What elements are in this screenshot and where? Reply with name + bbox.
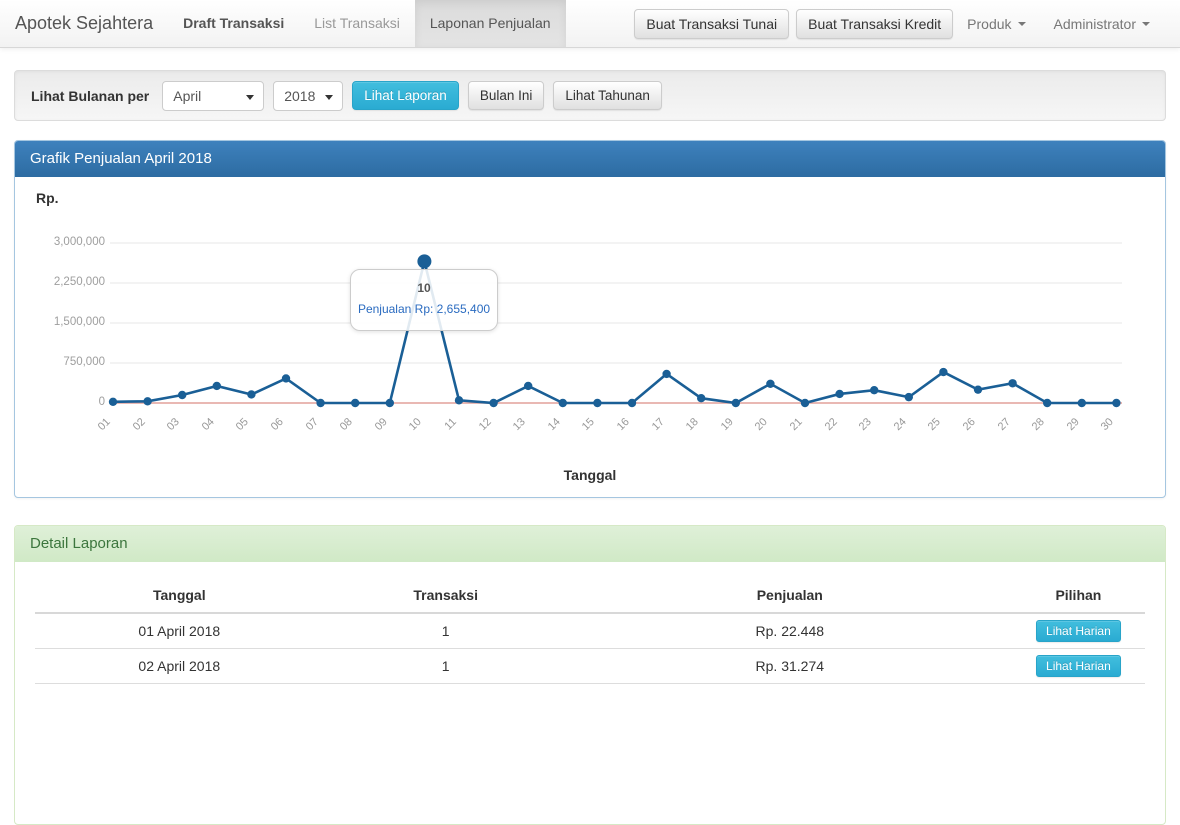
- data-point[interactable]: [143, 397, 151, 405]
- produk-dropdown[interactable]: Produk: [953, 16, 1039, 32]
- filter-label: Lihat Bulanan per: [31, 88, 149, 104]
- column-header: Transaksi: [324, 579, 568, 613]
- data-point[interactable]: [870, 386, 878, 394]
- data-point[interactable]: [247, 390, 255, 398]
- cell-pilihan: Lihat Harian: [1012, 613, 1145, 649]
- data-point[interactable]: [593, 399, 601, 407]
- y-axis-tick-label: 3,000,000: [29, 236, 105, 248]
- data-point[interactable]: [1008, 379, 1016, 387]
- data-point[interactable]: [178, 391, 186, 399]
- column-header: Penjualan: [568, 579, 1012, 613]
- data-point[interactable]: [835, 390, 843, 398]
- sales-line-chart: Rp. Tanggal 3,000,0002,250,0001,500,0007…: [15, 177, 1165, 497]
- data-point[interactable]: [109, 398, 117, 406]
- data-point[interactable]: [455, 396, 463, 404]
- detail-panel-body: TanggalTransaksiPenjualanPilihan 01 Apri…: [15, 562, 1165, 684]
- lihat-harian-button[interactable]: Lihat Harian: [1036, 655, 1121, 677]
- data-point[interactable]: [213, 382, 221, 390]
- cell-penjualan: Rp. 31.274: [568, 649, 1012, 684]
- data-point[interactable]: [939, 368, 947, 376]
- chart-canvas: [15, 177, 1165, 497]
- selected-data-point[interactable]: [417, 254, 431, 268]
- data-point[interactable]: [974, 385, 982, 393]
- year-select[interactable]: 2018: [274, 82, 342, 110]
- table-row: 02 April 20181Rp. 31.274 Lihat Harian: [35, 649, 1145, 684]
- tooltip-value: Penjualan Rp: 2,655,400: [351, 302, 497, 316]
- month-select-wrap: April: [162, 81, 264, 111]
- lihat-tahunan-button[interactable]: Lihat Tahunan: [553, 81, 662, 110]
- nav-item-list-transaksi[interactable]: List Transaksi: [299, 0, 415, 47]
- table-header-row: TanggalTransaksiPenjualanPilihan: [35, 579, 1145, 613]
- data-point[interactable]: [697, 394, 705, 402]
- x-axis-title: Tanggal: [15, 467, 1165, 483]
- caret-down-icon: [1142, 22, 1150, 26]
- tooltip-day: 10: [351, 281, 497, 295]
- sales-chart-panel: Grafik Penjualan April 2018 Rp. Tanggal …: [14, 140, 1166, 498]
- cell-penjualan: Rp. 22.448: [568, 613, 1012, 649]
- monthly-filter-bar: Lihat Bulanan per April 2018 Lihat Lapor…: [14, 70, 1166, 121]
- cell-tanggal: 01 April 2018: [35, 613, 324, 649]
- y-axis-tick-label: 2,250,000: [29, 276, 105, 288]
- data-point[interactable]: [1078, 399, 1086, 407]
- produk-dropdown-label: Produk: [967, 16, 1011, 32]
- month-select[interactable]: April: [163, 82, 263, 110]
- apotek-sales-report-page: { "navbar": { "brand": "Apotek Sejahtera…: [0, 0, 1180, 675]
- administrator-dropdown[interactable]: Administrator: [1040, 16, 1164, 32]
- brand-link[interactable]: Apotek Sejahtera: [0, 0, 168, 47]
- data-point[interactable]: [316, 399, 324, 407]
- data-point[interactable]: [524, 382, 532, 390]
- y-axis-tick-label: 0: [29, 396, 105, 408]
- cell-transaksi: 1: [324, 613, 568, 649]
- chart-panel-title: Grafik Penjualan April 2018: [15, 141, 1165, 177]
- y-axis-tick-label: 750,000: [29, 356, 105, 368]
- data-point[interactable]: [489, 399, 497, 407]
- data-point[interactable]: [1112, 399, 1120, 407]
- buat-transaksi-tunai-button[interactable]: Buat Transaksi Tunai: [634, 9, 789, 39]
- cell-transaksi: 1: [324, 649, 568, 684]
- year-select-wrap: 2018: [273, 81, 343, 111]
- data-point[interactable]: [905, 393, 913, 401]
- column-header: Tanggal: [35, 579, 324, 613]
- caret-down-icon: [1018, 22, 1026, 26]
- data-point[interactable]: [1043, 399, 1051, 407]
- y-axis-tick-label: 1,500,000: [29, 316, 105, 328]
- data-point[interactable]: [662, 370, 670, 378]
- report-table: TanggalTransaksiPenjualanPilihan 01 Apri…: [35, 579, 1145, 684]
- data-point[interactable]: [628, 399, 636, 407]
- nav-item-draft-transaksi[interactable]: Draft Transaksi: [168, 0, 299, 47]
- nav-item-laporan-penjualan[interactable]: Laponan Penjualan: [415, 0, 566, 47]
- bulan-ini-button[interactable]: Bulan Ini: [468, 81, 545, 110]
- data-point[interactable]: [351, 399, 359, 407]
- chart-tooltip: 10 Penjualan Rp: 2,655,400: [350, 269, 498, 331]
- top-navbar: Apotek Sejahtera Draft Transaksi List Tr…: [0, 0, 1180, 48]
- lihat-laporan-button[interactable]: Lihat Laporan: [352, 81, 459, 110]
- lihat-harian-button[interactable]: Lihat Harian: [1036, 620, 1121, 642]
- detail-report-panel: Detail Laporan TanggalTransaksiPenjualan…: [14, 525, 1166, 825]
- column-header: Pilihan: [1012, 579, 1145, 613]
- cell-tanggal: 02 April 2018: [35, 649, 324, 684]
- data-point[interactable]: [386, 399, 394, 407]
- table-row: 01 April 20181Rp. 22.448 Lihat Harian: [35, 613, 1145, 649]
- detail-panel-title: Detail Laporan: [15, 526, 1165, 562]
- navbar-right-group: Buat Transaksi Tunai Buat Transaksi Kred…: [627, 0, 1180, 47]
- data-point[interactable]: [732, 399, 740, 407]
- buat-transaksi-kredit-button[interactable]: Buat Transaksi Kredit: [796, 9, 953, 39]
- data-point[interactable]: [282, 374, 290, 382]
- data-point[interactable]: [801, 399, 809, 407]
- data-point[interactable]: [766, 380, 774, 388]
- cell-pilihan: Lihat Harian: [1012, 649, 1145, 684]
- data-point[interactable]: [559, 399, 567, 407]
- administrator-dropdown-label: Administrator: [1054, 16, 1136, 32]
